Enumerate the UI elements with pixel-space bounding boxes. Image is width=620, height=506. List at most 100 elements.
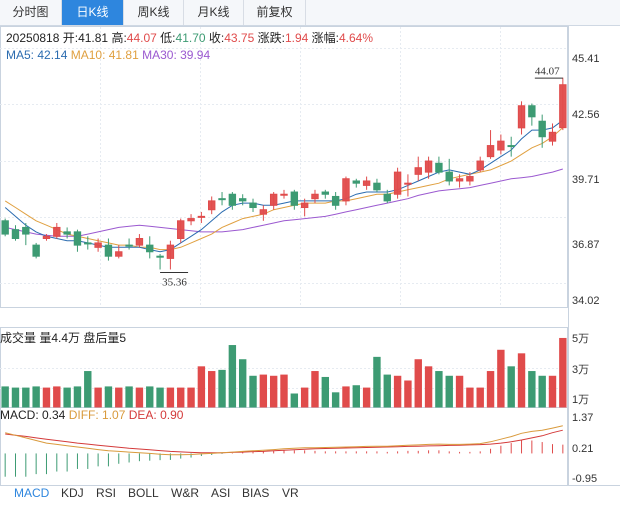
open-label: 开: bbox=[62, 31, 79, 45]
macd-value: MACD: 0.34 bbox=[0, 408, 66, 422]
candle-body bbox=[42, 235, 51, 239]
volume-bar bbox=[197, 366, 206, 408]
volume-bar bbox=[280, 374, 288, 408]
candle-body bbox=[383, 193, 391, 202]
indicator-tab-vr[interactable]: VR bbox=[282, 486, 299, 500]
volume-bar bbox=[404, 380, 412, 408]
candle-body bbox=[548, 131, 557, 142]
candle-body bbox=[11, 229, 20, 239]
volume-bar bbox=[362, 387, 371, 408]
volume-bar bbox=[208, 371, 216, 408]
candle bbox=[528, 103, 536, 126]
volume-bar bbox=[63, 387, 71, 408]
dea-value: DEA: 0.90 bbox=[128, 408, 184, 422]
candle bbox=[331, 192, 340, 210]
indicator-tab-rsi[interactable]: RSI bbox=[96, 486, 116, 500]
volume-bar bbox=[135, 387, 144, 408]
volume-bar bbox=[94, 387, 102, 408]
candle-body bbox=[22, 226, 30, 235]
candle-body bbox=[528, 105, 536, 118]
candle-body bbox=[466, 176, 474, 182]
candle bbox=[156, 253, 164, 270]
volume-bar bbox=[104, 386, 113, 408]
candle-body bbox=[445, 171, 453, 182]
volume-bar bbox=[177, 387, 185, 408]
volume-bar bbox=[331, 392, 340, 408]
volume-bar bbox=[497, 349, 505, 408]
close-label: 收: bbox=[208, 31, 225, 45]
candle bbox=[53, 223, 61, 239]
candle-body bbox=[517, 105, 526, 129]
candle bbox=[517, 101, 526, 135]
candle bbox=[321, 189, 330, 199]
volume-bar bbox=[156, 387, 164, 408]
high-value: 44.07 bbox=[126, 31, 157, 45]
dea-line bbox=[5, 429, 563, 454]
ma10-line bbox=[4, 127, 564, 251]
volume-bar bbox=[466, 387, 474, 408]
candle-body bbox=[424, 160, 433, 173]
candle bbox=[290, 189, 299, 210]
candle-body bbox=[104, 244, 113, 257]
volume-bar bbox=[187, 387, 195, 408]
indicator-tab-bias[interactable]: BIAS bbox=[242, 486, 269, 500]
candle-body bbox=[84, 242, 92, 245]
indicator-tab-boll[interactable]: BOLL bbox=[128, 486, 159, 500]
volume-bar bbox=[11, 387, 20, 408]
volume-axis-label: 1万 bbox=[572, 394, 589, 406]
diff-value: DIFF: 1.07 bbox=[68, 408, 126, 422]
candle bbox=[125, 238, 133, 250]
candle-body bbox=[53, 226, 61, 237]
volume-bar bbox=[559, 337, 567, 408]
candle-body bbox=[362, 180, 371, 186]
candle-body bbox=[94, 242, 102, 248]
candle-body bbox=[311, 193, 319, 200]
volume-bar bbox=[486, 371, 495, 408]
low-value: 41.70 bbox=[175, 31, 206, 45]
volume-axis-label: 5万 bbox=[572, 333, 589, 345]
candle-body bbox=[435, 162, 443, 173]
indicator-tab-macd[interactable]: MACD bbox=[14, 486, 49, 500]
candle-body bbox=[538, 120, 546, 138]
candle-body bbox=[63, 231, 71, 235]
candle bbox=[559, 77, 567, 131]
volume-bar bbox=[218, 369, 226, 408]
candle bbox=[166, 240, 175, 270]
candle bbox=[352, 178, 360, 188]
candle bbox=[249, 198, 257, 212]
indicator-tabs: MACD KDJ RSI BOLL W&R ASI BIAS VR bbox=[0, 486, 620, 506]
candle bbox=[404, 174, 412, 197]
candle bbox=[362, 176, 371, 190]
pct-value: 4.64% bbox=[339, 31, 374, 45]
indicator-tab-wr[interactable]: W&R bbox=[171, 486, 199, 500]
volume-bar bbox=[238, 359, 247, 408]
volume-bar bbox=[249, 375, 257, 408]
candle bbox=[135, 234, 144, 248]
volume-bar bbox=[455, 375, 464, 408]
volume-bar bbox=[84, 371, 92, 408]
candle-body bbox=[352, 180, 360, 184]
candle-body bbox=[507, 145, 515, 148]
candle bbox=[218, 192, 226, 206]
candle bbox=[414, 156, 422, 181]
candle-body bbox=[321, 191, 330, 195]
pct-label: 涨幅: bbox=[311, 31, 339, 45]
price-axis-label: 45.41 bbox=[572, 53, 600, 65]
open-value: 41.81 bbox=[78, 31, 109, 45]
volume-axis-label: 3万 bbox=[572, 364, 589, 376]
candle-body bbox=[331, 195, 340, 206]
candle-body bbox=[249, 202, 257, 209]
quote-info-bar: 20250818 开:41.81 高:44.07 低:41.70 收:43.75… bbox=[6, 29, 373, 46]
candle-body bbox=[259, 209, 268, 215]
volume-bar bbox=[22, 387, 30, 408]
indicator-tab-kdj[interactable]: KDJ bbox=[61, 486, 84, 500]
ma5-legend: MA5: 42.14 bbox=[6, 48, 68, 62]
candle-body bbox=[156, 255, 164, 258]
indicator-tab-asi[interactable]: ASI bbox=[211, 486, 230, 500]
candle-body bbox=[300, 202, 309, 209]
volume-bar bbox=[42, 387, 51, 408]
volume-bar bbox=[290, 393, 299, 408]
price-axis-label: 34.02 bbox=[572, 295, 600, 307]
volume-bar bbox=[414, 359, 422, 408]
high-marker-label: 44.07 bbox=[535, 66, 560, 78]
